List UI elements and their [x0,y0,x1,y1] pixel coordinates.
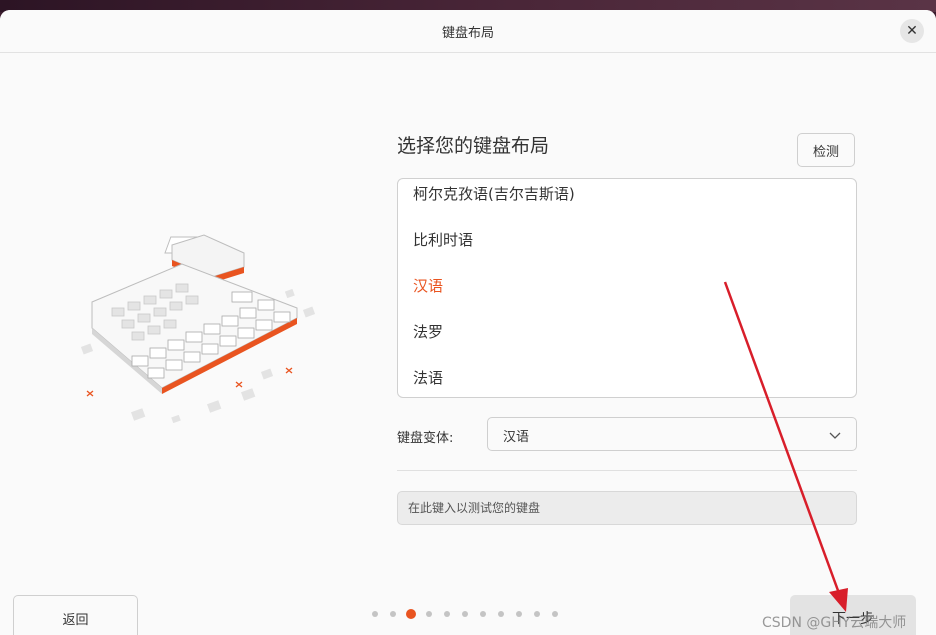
variant-selected-value: 汉语 [503,430,530,445]
list-item[interactable]: 比利时语 [413,229,473,250]
divider [397,470,857,471]
window-title: 键盘布局 [441,26,494,41]
keyboard-layout-list[interactable]: 柯尔克孜语(吉尔吉斯语) 比利时语 汉语 法罗 法语 [397,178,857,398]
variant-dropdown[interactable]: 汉语 [487,417,857,451]
back-button[interactable]: 返回 [13,595,138,635]
progress-dot [516,611,522,617]
progress-dot [498,611,504,617]
detect-button[interactable]: 检测 [797,133,855,167]
close-icon: ✕ [906,23,918,39]
keyboard-art [80,234,316,424]
watermark: CSDN @GHY云端大师 [762,615,907,631]
progress-dot [534,611,540,617]
progress-dots [372,609,570,619]
progress-dot-current [406,609,416,619]
keyboard-illustration [80,234,316,424]
list-item[interactable]: 法罗 [413,321,443,342]
title-bar: 键盘布局 ✕ [0,10,936,53]
progress-dot [426,611,432,617]
progress-dot [372,611,378,617]
list-item[interactable]: 法语 [413,367,443,388]
list-item-selected[interactable]: 汉语 [413,275,443,296]
close-button[interactable]: ✕ [900,19,924,43]
progress-dot [444,611,450,617]
keyboard-test-input[interactable] [397,491,857,525]
progress-dot [462,611,468,617]
progress-dot [390,611,396,617]
chevron-down-icon [829,432,841,439]
list-item[interactable]: 柯尔克孜语(吉尔吉斯语) [413,183,575,204]
variant-label: 键盘变体: [397,431,454,446]
progress-dot [480,611,486,617]
page-heading: 选择您的键盘布局 [397,135,550,157]
progress-dot [552,611,558,617]
